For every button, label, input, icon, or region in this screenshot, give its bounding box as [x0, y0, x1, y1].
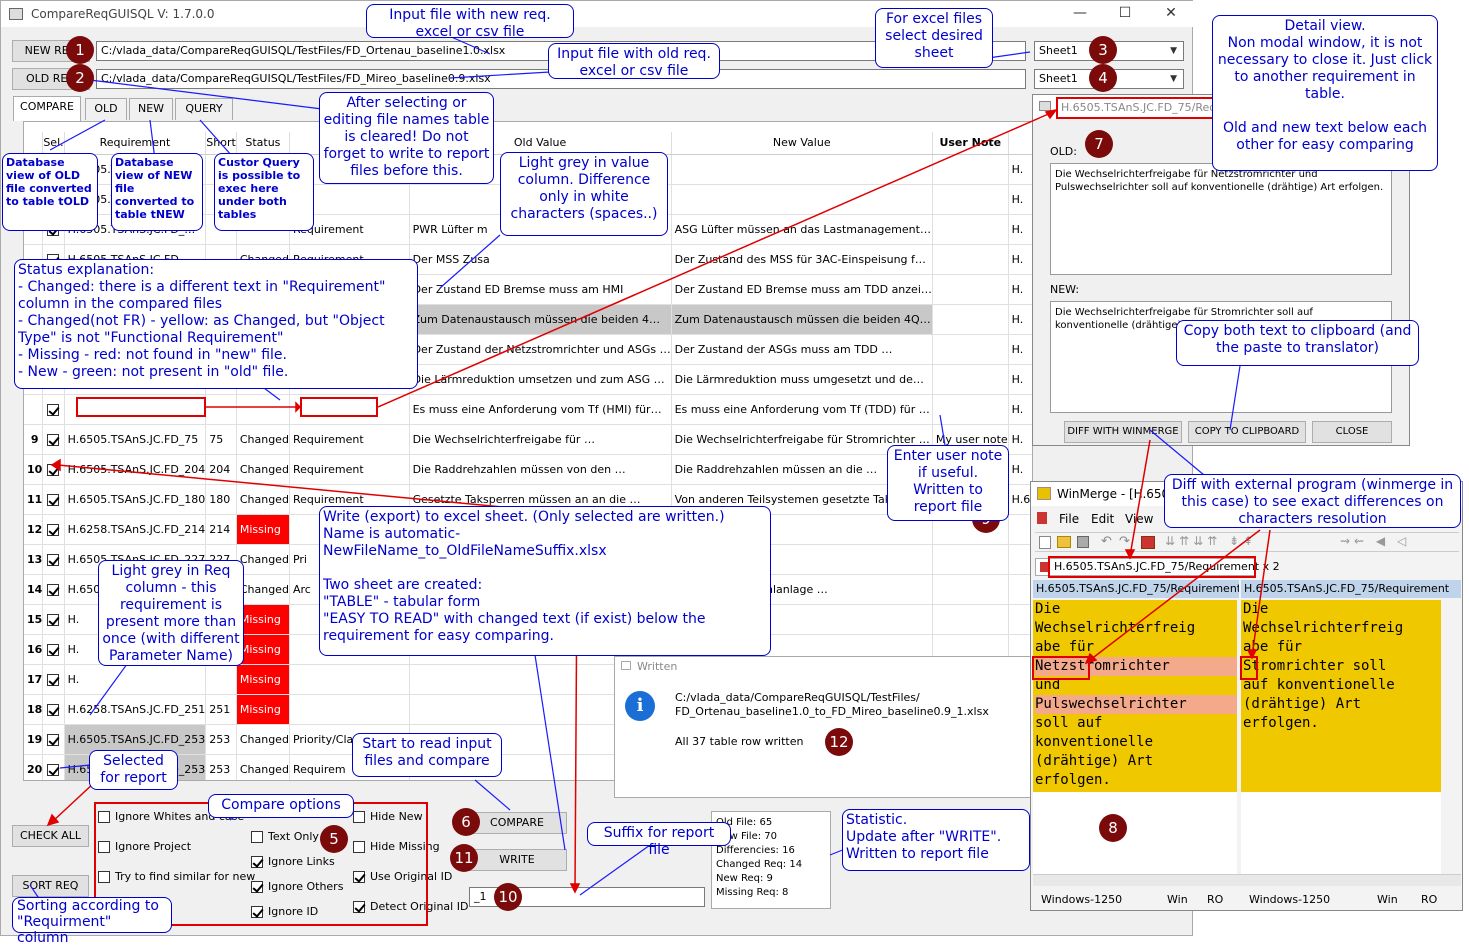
callout-light-grey-req: Light grey in Req column - this requirem… — [98, 560, 244, 666]
callout-write-export: Write (export) to excel sheet. (Only sel… — [319, 506, 771, 656]
marker-10: 10 — [494, 883, 522, 911]
callout-query: Custor Query is possible to exec here un… — [214, 153, 314, 231]
marker-8: 8 — [1099, 814, 1127, 842]
marker-12: 12 — [825, 728, 853, 756]
marker-2: 2 — [66, 64, 94, 92]
callout-input-new: Input file with new req. excel or csv fi… — [366, 4, 574, 40]
marker-11: 11 — [450, 844, 478, 872]
marker-6: 6 — [452, 808, 480, 836]
callout-db-old: Database view of OLD file converted to t… — [2, 153, 98, 231]
marker-7: 7 — [1085, 130, 1113, 158]
callout-compare-options: Compare options — [208, 794, 354, 818]
callout-cleared: After selecting or editing file names ta… — [319, 92, 494, 184]
marker-5: 5 — [320, 825, 348, 853]
callout-detail-view: Detail view. Non modal window, it is not… — [1212, 15, 1438, 171]
callout-input-old: Input file with old req. excel or csv fi… — [548, 43, 720, 79]
marker-4: 4 — [1089, 64, 1117, 92]
callout-light-grey-value: Light grey in value column. Difference o… — [500, 152, 668, 236]
marker-3: 3 — [1089, 36, 1117, 64]
callout-user-note: Enter user note if useful. Written to re… — [887, 445, 1009, 521]
callout-statistic: Statistic. Update after "WRITE". Written… — [842, 809, 1030, 871]
callout-selected-for-report: Selected for report — [89, 750, 178, 790]
callout-copy-clipboard: Copy both text to clipboard (and the pas… — [1176, 320, 1419, 366]
callout-sorting: Sorting according to "Requirment" column — [12, 897, 172, 946]
callout-db-new: Database view of NEW file converted to t… — [111, 153, 203, 231]
callout-suffix: Suffix for report file — [587, 822, 731, 858]
callout-winmerge: Diff with external program (winmerge in … — [1164, 474, 1461, 528]
marker-1: 1 — [66, 36, 94, 64]
callout-start-compare: Start to read input files and compare — [352, 733, 502, 777]
callout-status-explanation: Status explanation: - Changed: there is … — [14, 259, 418, 389]
callout-sheet: For excel files select desired sheet — [875, 8, 993, 68]
